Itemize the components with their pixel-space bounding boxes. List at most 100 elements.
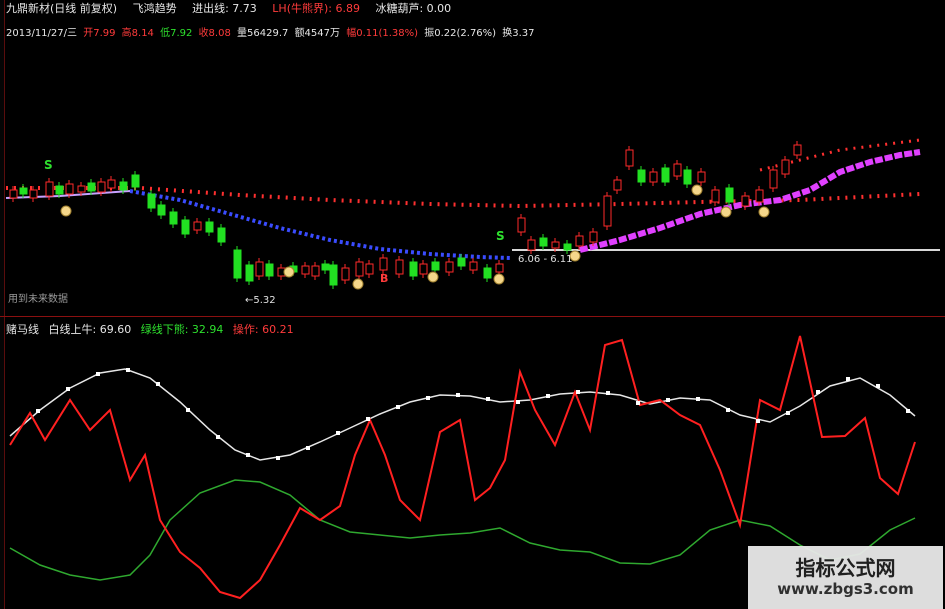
chart-canvas[interactable]: S S B ←5.32 6.06 - 6.11 用到未来数据 bbox=[0, 0, 945, 609]
candle-body bbox=[65, 183, 74, 195]
white-line-dot bbox=[396, 405, 400, 409]
candle-body bbox=[9, 189, 18, 199]
candle-body bbox=[517, 217, 526, 233]
white-line-dot bbox=[36, 409, 40, 413]
candle-body bbox=[181, 219, 190, 235]
candle-body bbox=[321, 263, 330, 271]
candle-body bbox=[603, 195, 612, 227]
candle-body bbox=[539, 237, 548, 247]
price-panel: S S B ←5.32 6.06 - 6.11 用到未来数据 bbox=[5, 138, 940, 306]
candle-body bbox=[637, 169, 646, 183]
white-line-dot bbox=[456, 393, 460, 397]
candle-body bbox=[29, 189, 38, 199]
low-price-label: ←5.32 bbox=[245, 295, 276, 306]
white-line-dot bbox=[906, 409, 910, 413]
white-line-dot bbox=[636, 401, 640, 405]
candle-body bbox=[589, 231, 598, 243]
candle-body bbox=[625, 149, 634, 167]
candle-body bbox=[147, 193, 156, 209]
candle-body bbox=[329, 264, 338, 286]
candle-body bbox=[395, 259, 404, 275]
candle-body bbox=[131, 174, 140, 188]
white-line-dot bbox=[726, 408, 730, 412]
white-line-dot bbox=[66, 387, 70, 391]
white-line-dot bbox=[186, 408, 190, 412]
white-line-dot bbox=[696, 397, 700, 401]
candle-body bbox=[409, 261, 418, 277]
white-line-dot bbox=[216, 435, 220, 439]
candle-body bbox=[245, 264, 254, 282]
candle-body bbox=[77, 185, 86, 193]
candle-body bbox=[301, 265, 310, 275]
candle-body bbox=[711, 189, 720, 203]
white-line-dot bbox=[576, 390, 580, 394]
candle-body bbox=[649, 171, 658, 183]
white-line-dot bbox=[246, 453, 250, 457]
white-line-dot bbox=[486, 397, 490, 401]
watermark-url: www.zbgs3.com bbox=[777, 580, 914, 598]
white-line-dot bbox=[516, 400, 520, 404]
candle-body bbox=[697, 171, 706, 183]
white-line-dot bbox=[126, 368, 130, 372]
candle-body bbox=[365, 263, 374, 275]
candlesticks bbox=[9, 141, 802, 289]
white-line-dot bbox=[276, 456, 280, 460]
red-line-value: 操作: 60.21 bbox=[232, 323, 294, 336]
candle-body bbox=[445, 261, 454, 273]
green-line-value: 绿线下熊: 32.94 bbox=[140, 323, 224, 336]
candle-body bbox=[311, 265, 320, 277]
candle-body bbox=[431, 261, 440, 271]
candle-body bbox=[725, 187, 734, 203]
candle-body bbox=[355, 261, 364, 277]
candle-body bbox=[781, 159, 790, 175]
candle-body bbox=[255, 261, 264, 277]
candle-body bbox=[119, 181, 128, 191]
s-marker-2: S bbox=[496, 229, 505, 243]
white-line-dot bbox=[366, 417, 370, 421]
indicator-legend: 赌马线 白线上牛: 69.60 绿线下熊: 32.94 操作: 60.21 bbox=[6, 321, 300, 337]
candle-body bbox=[755, 189, 764, 203]
white-line-dot bbox=[546, 394, 550, 398]
candle-body bbox=[419, 263, 428, 275]
candle-body bbox=[107, 179, 116, 189]
white-oscillator-line bbox=[9, 368, 916, 461]
s-marker: S bbox=[44, 158, 53, 172]
candle-body bbox=[457, 257, 466, 267]
candle-body bbox=[217, 227, 226, 243]
white-line-value: 白线上牛: 69.60 bbox=[48, 323, 132, 336]
candle-body bbox=[769, 169, 778, 189]
watermark-title: 指标公式网 bbox=[795, 556, 896, 580]
candle-body bbox=[495, 263, 504, 273]
watermark-banner: 指标公式网 www.zbgs3.com bbox=[748, 546, 943, 609]
panel-divider bbox=[0, 316, 945, 317]
candle-body bbox=[55, 185, 64, 195]
candle-body bbox=[87, 182, 96, 192]
candle-body bbox=[483, 267, 492, 279]
candle-body bbox=[157, 204, 166, 216]
range-label: 6.06 - 6.11 bbox=[518, 254, 573, 265]
candle-body bbox=[341, 267, 350, 281]
candle-body bbox=[793, 144, 802, 156]
future-data-note: 用到未来数据 bbox=[8, 292, 68, 305]
magenta-line bbox=[579, 149, 921, 253]
candle-body bbox=[379, 257, 388, 271]
candle-body bbox=[97, 181, 106, 193]
white-line-dot bbox=[336, 431, 340, 435]
candle-body bbox=[613, 179, 622, 191]
candle-body bbox=[563, 243, 572, 251]
white-line-dot bbox=[96, 372, 100, 376]
candle-body bbox=[265, 263, 274, 277]
white-line-dots bbox=[36, 368, 910, 460]
candle-body bbox=[19, 187, 28, 195]
candle-body bbox=[551, 241, 560, 249]
white-line-dot bbox=[876, 384, 880, 388]
candle-body bbox=[169, 211, 178, 225]
candle-body bbox=[741, 195, 750, 207]
white-line-dot bbox=[306, 446, 310, 450]
candle-body bbox=[233, 249, 242, 279]
white-line-dot bbox=[426, 396, 430, 400]
white-line-dot bbox=[786, 411, 790, 415]
white-line-dot bbox=[846, 377, 850, 381]
candle-body bbox=[205, 221, 214, 233]
candle-body bbox=[469, 261, 478, 271]
